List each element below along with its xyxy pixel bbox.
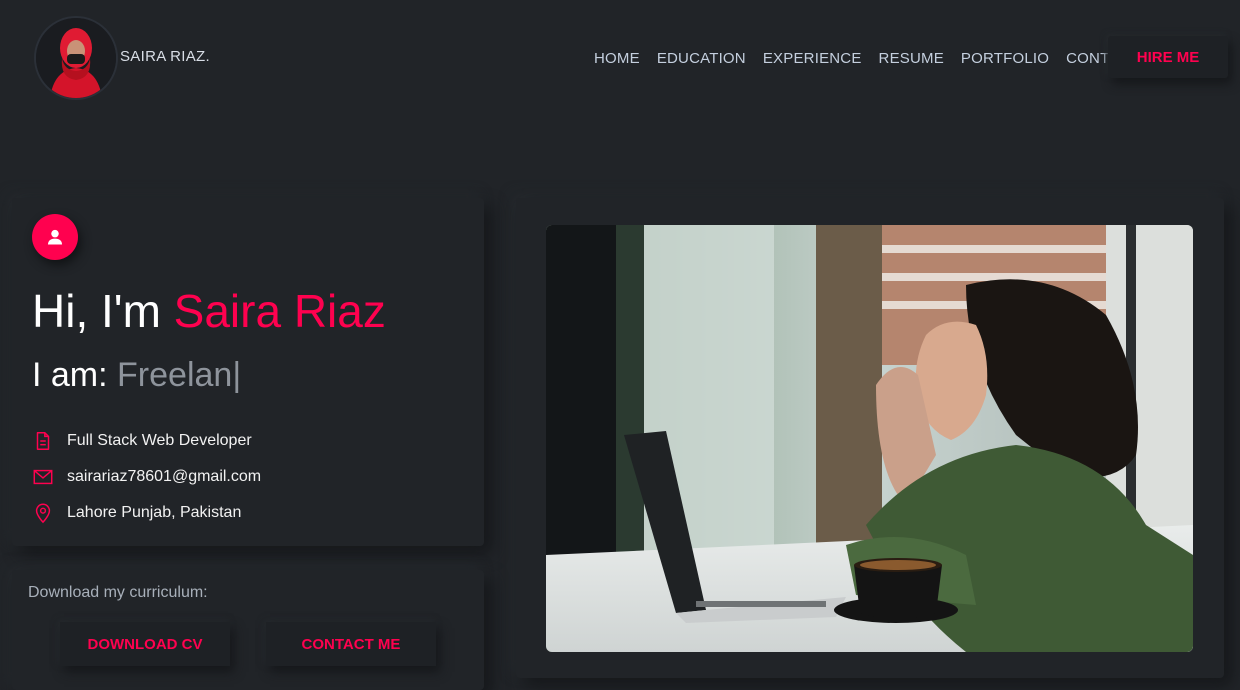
info-email: sairariaz78601@gmail.com xyxy=(32,466,261,488)
download-card: Download my curriculum: DOWNLOAD CV CONT… xyxy=(12,570,484,690)
typing-cursor: | xyxy=(232,356,242,394)
avatar[interactable] xyxy=(36,18,116,98)
brand-name[interactable]: SAIRA RIAZ. xyxy=(120,48,210,65)
typed-role: I am: Freelan| xyxy=(32,356,241,395)
nav-home[interactable]: HOME xyxy=(594,50,640,67)
info-role-text: Full Stack Web Developer xyxy=(67,432,252,449)
download-cv-button[interactable]: DOWNLOAD CV xyxy=(60,622,230,666)
nav-resume[interactable]: RESUME xyxy=(879,50,944,67)
main-nav: HOME EDUCATION EXPERIENCE RESUME PORTFOL… xyxy=(594,50,1156,67)
intro-card: Hi, I'm Saira Riaz I am: Freelan| Full S… xyxy=(12,198,484,546)
document-icon xyxy=(36,432,50,450)
greeting-name: Saira Riaz xyxy=(173,285,386,337)
nav-portfolio[interactable]: PORTFOLIO xyxy=(961,50,1049,67)
download-label: Download my curriculum: xyxy=(28,584,208,601)
nav-education[interactable]: EDUCATION xyxy=(657,50,746,67)
info-location-text: Lahore Punjab, Pakistan xyxy=(67,504,242,521)
location-pin-icon xyxy=(35,503,51,524)
greeting-heading: Hi, I'm Saira Riaz xyxy=(32,284,386,338)
site-header: SAIRA RIAZ. HOME EDUCATION EXPERIENCE RE… xyxy=(0,0,1240,120)
info-email-text[interactable]: sairariaz78601@gmail.com xyxy=(67,468,261,486)
hire-me-button[interactable]: HIRE ME xyxy=(1108,36,1228,78)
iam-prefix: I am: xyxy=(32,356,118,394)
nav-experience[interactable]: EXPERIENCE xyxy=(763,50,862,67)
greeting-prefix: Hi, I'm xyxy=(32,285,174,337)
info-location: Lahore Punjab, Pakistan xyxy=(32,502,241,524)
mail-icon xyxy=(33,469,53,485)
user-icon xyxy=(32,214,78,260)
typed-text: Freelan xyxy=(117,356,233,394)
info-role: Full Stack Web Developer xyxy=(32,430,252,452)
hero-image-card xyxy=(516,198,1224,678)
contact-me-button[interactable]: CONTACT ME xyxy=(266,622,436,666)
hero-photo xyxy=(546,225,1193,652)
